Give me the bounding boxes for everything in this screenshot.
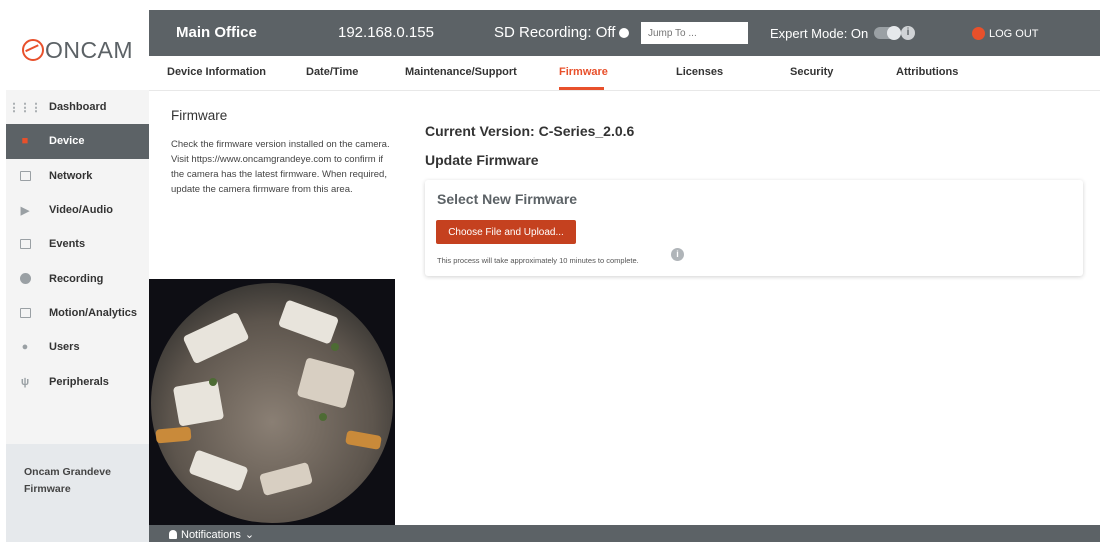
bell-icon [169,530,177,539]
tab-device-information[interactable]: Device Information [167,66,266,78]
play-icon: ▶ [20,204,30,217]
update-firmware-heading: Update Firmware [425,152,539,168]
top-bar: Main Office 192.168.0.155 SD Recording: … [149,10,1100,56]
footer-line-section: Firmware [24,483,71,495]
choose-file-upload-button[interactable]: Choose File and Upload... [436,220,576,244]
tab-security[interactable]: Security [790,66,833,78]
camera-icon: ■ [21,135,29,148]
bottom-bar: Notifications ⌄ [149,525,1100,542]
section-title: Firmware [171,108,228,123]
expert-mode-toggle[interactable] [874,26,901,40]
sidebar-item-label: Dashboard [49,101,107,114]
sidebar-item-recording[interactable]: Recording [6,261,149,295]
logout-button[interactable]: LOG OUT [972,27,1039,40]
usb-icon: ψ [20,375,30,388]
sidebar-item-motion-analytics[interactable]: Motion/Analytics [6,296,149,330]
fisheye-image [151,283,393,523]
sidebar-item-label: Motion/Analytics [49,306,138,319]
sidebar-footer: Oncam Grandeve Firmware [6,444,149,542]
logo-mark-icon [21,39,44,61]
sub-tabs: Device Information Date/Time Maintenance… [149,56,1100,91]
oncam-logo[interactable]: ONCAM [6,10,149,90]
sidebar-item-label: Device [49,135,85,148]
upload-duration-note: This process will take approximately 10 … [437,256,639,265]
power-icon [972,27,985,40]
sidebar-item-network[interactable]: Network [6,159,149,193]
tab-maintenance-support[interactable]: Maintenance/Support [405,66,517,78]
firmware-upload-card: Select New Firmware Choose File and Uplo… [425,180,1083,276]
tab-firmware[interactable]: Firmware [559,66,608,78]
jump-to-input[interactable] [641,22,748,44]
sidebar-item-label: Recording [49,272,104,285]
camera-ip: 192.168.0.155 [338,24,434,41]
chevron-down-icon: ⌄ [244,529,255,541]
notifications-label: Notifications [181,528,241,541]
status-dot-icon [619,28,630,39]
active-tab-indicator [559,87,604,90]
tab-date-time[interactable]: Date/Time [306,66,358,78]
tab-attributions[interactable]: Attributions [896,66,958,78]
chart-icon [18,307,32,319]
card-title: Select New Firmware [437,191,578,207]
logo-text: ONCAM [44,36,134,63]
sidebar-item-label: Users [49,341,80,354]
sidebar: ONCAM ⋮⋮⋮ Dashboard ■ Device Network ▶ V… [6,10,149,542]
tab-licenses[interactable]: Licenses [676,66,723,78]
sidebar-item-label: Peripherals [49,375,109,388]
current-version: Current Version: C-Series_2.0.6 [425,123,635,139]
sidebar-item-label: Events [49,238,86,251]
sidebar-item-users[interactable]: ● Users [6,330,149,364]
user-icon: ● [21,341,29,354]
sd-recording-status: SD Recording: Off [494,24,630,41]
camera-preview [149,279,395,525]
notifications-toggle[interactable]: Notifications ⌄ [169,528,254,541]
site-name: Main Office [176,24,257,41]
sidebar-item-label: Network [49,169,93,182]
info-icon[interactable]: i [901,26,915,40]
footer-line-product: Oncam Grandeve [24,466,111,478]
info-icon[interactable]: i [671,248,684,261]
sidebar-nav: ⋮⋮⋮ Dashboard ■ Device Network ▶ Video/A… [6,90,149,399]
sidebar-item-device[interactable]: ■ Device [6,124,149,159]
server-icon [18,170,32,182]
sidebar-item-peripherals[interactable]: ψ Peripherals [6,364,149,398]
calendar-icon [18,238,32,250]
grid-icon: ⋮⋮⋮ [8,101,42,114]
sidebar-item-dashboard[interactable]: ⋮⋮⋮ Dashboard [6,90,149,124]
sd-recording-label: SD Recording: Off [494,24,616,41]
sidebar-item-label: Video/Audio [49,204,113,217]
logout-label: LOG OUT [989,27,1039,40]
expert-mode-label: Expert Mode: On [770,26,869,41]
section-description: Check the firmware version installed on … [171,139,390,195]
sidebar-item-video-audio[interactable]: ▶ Video/Audio [6,193,149,227]
record-icon [18,273,32,285]
sidebar-item-events[interactable]: Events [6,227,149,261]
